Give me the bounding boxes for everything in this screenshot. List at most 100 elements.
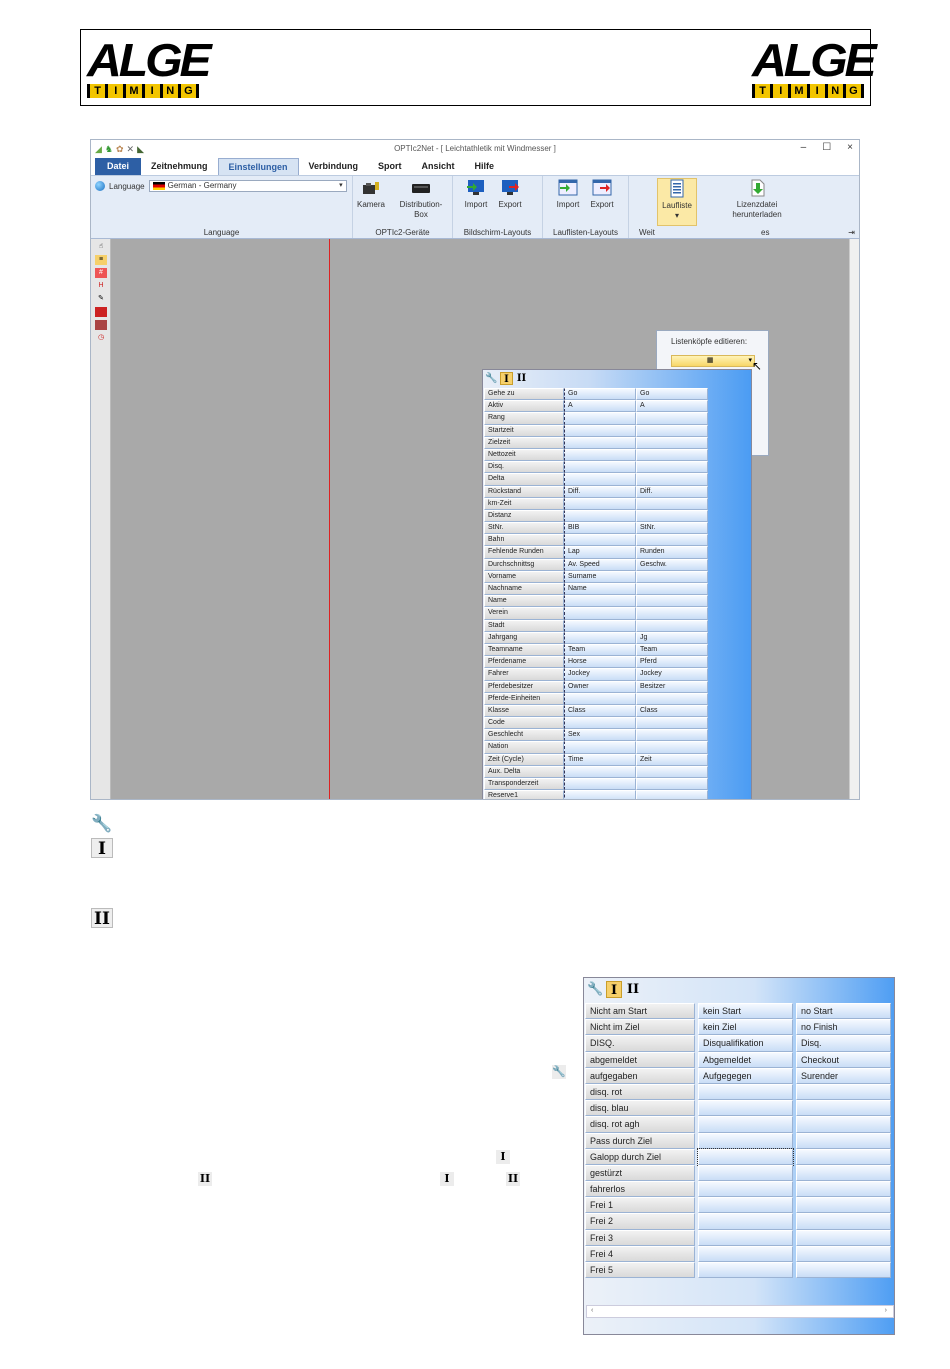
- header-text-cell[interactable]: [564, 461, 636, 474]
- header-text-cell[interactable]: StNr.: [636, 522, 708, 535]
- header-text-cell[interactable]: [564, 790, 636, 799]
- header-text-cell[interactable]: [796, 1229, 891, 1246]
- header-text-cell[interactable]: Disq.: [796, 1035, 891, 1052]
- header-text-cell[interactable]: Surender: [796, 1067, 891, 1084]
- hand-icon[interactable]: ☝: [95, 242, 107, 252]
- header-text-cell[interactable]: [698, 1164, 793, 1182]
- chevron-left-icon[interactable]: ‹: [591, 1306, 593, 1315]
- header-text-cell[interactable]: [636, 619, 708, 632]
- header-text-cell[interactable]: Aufgegegen: [698, 1067, 793, 1084]
- menu-einstellungen[interactable]: Einstellungen: [217, 158, 299, 175]
- header-text-cell[interactable]: Surname: [564, 570, 636, 583]
- header-text-cell[interactable]: [796, 1213, 891, 1230]
- header-text-cell[interactable]: [796, 1116, 891, 1133]
- menu-hilfe[interactable]: Hilfe: [465, 158, 505, 175]
- header-text-cell[interactable]: [636, 534, 708, 547]
- header-text-cell[interactable]: Diff.: [636, 485, 708, 498]
- header-text-cell[interactable]: [564, 595, 636, 608]
- header-text-cell[interactable]: [796, 1164, 891, 1182]
- lane-icon[interactable]: H: [95, 281, 107, 291]
- header-text-cell[interactable]: [636, 497, 708, 510]
- menu-zeitnehmung[interactable]: Zeitnehmung: [141, 158, 218, 175]
- menu-sport[interactable]: Sport: [368, 158, 412, 175]
- header-text-cell[interactable]: [796, 1262, 891, 1279]
- header-text-cell[interactable]: [697, 1147, 794, 1166]
- header-text-cell[interactable]: kein Start: [698, 1003, 793, 1020]
- header-text-cell[interactable]: [698, 1229, 793, 1246]
- header-text-cell[interactable]: [796, 1132, 891, 1149]
- header-text-cell[interactable]: Jockey: [564, 668, 636, 681]
- header-text-cell[interactable]: no Start: [796, 1003, 891, 1020]
- header-text-cell[interactable]: [564, 778, 636, 791]
- header-text-cell[interactable]: [564, 473, 636, 486]
- header-text-cell[interactable]: [636, 765, 708, 778]
- header-text-cell[interactable]: Team: [564, 643, 636, 657]
- lauflisten-export-button[interactable]: Export: [587, 178, 617, 210]
- header-text-cell[interactable]: [636, 448, 708, 462]
- header-text-cell[interactable]: [636, 790, 708, 799]
- minimize-button[interactable]: –: [801, 142, 807, 153]
- language-two-icon[interactable]: II: [515, 372, 528, 385]
- header-text-cell[interactable]: [564, 534, 636, 547]
- lauflisten-import-button[interactable]: Import: [553, 178, 583, 210]
- header-text-cell[interactable]: Lap: [564, 546, 636, 559]
- header-text-cell[interactable]: Pferd: [636, 656, 708, 669]
- header-text-cell[interactable]: [698, 1100, 793, 1117]
- header-text-cell[interactable]: [636, 778, 708, 791]
- header-text-cell[interactable]: [564, 424, 636, 437]
- header-text-cell[interactable]: [636, 509, 708, 523]
- header-text-cell[interactable]: Geschw.: [636, 558, 708, 571]
- edit-list-headers-button[interactable]: ▦ ▾: [671, 355, 755, 367]
- header-text-cell[interactable]: [564, 692, 636, 705]
- header-text-cell[interactable]: Checkout: [796, 1051, 891, 1068]
- header-text-cell[interactable]: A: [564, 400, 636, 413]
- header-text-cell[interactable]: [698, 1132, 793, 1149]
- header-text-cell[interactable]: [698, 1213, 793, 1230]
- wrench-icon[interactable]: 🔧: [587, 981, 603, 998]
- header-text-cell[interactable]: [564, 717, 636, 730]
- language-one-icon[interactable]: I: [500, 372, 513, 385]
- header-text-cell[interactable]: [564, 412, 636, 425]
- header-text-cell[interactable]: BIB: [564, 522, 636, 535]
- header-text-cell[interactable]: [636, 607, 708, 620]
- pin-ribbon-icon[interactable]: ⇥: [848, 228, 855, 237]
- header-text-cell[interactable]: Abgemeldet: [698, 1051, 793, 1068]
- bib-icon[interactable]: #: [95, 268, 107, 278]
- maximize-button[interactable]: ☐: [822, 142, 831, 153]
- header-text-cell[interactable]: [636, 461, 708, 474]
- kamera-button[interactable]: Kamera: [355, 178, 387, 210]
- header-text-cell[interactable]: [636, 595, 708, 608]
- bildschirm-import-button[interactable]: Import: [461, 178, 491, 210]
- header-text-cell[interactable]: Disqualifikation: [698, 1035, 793, 1052]
- header-text-cell[interactable]: [564, 741, 636, 754]
- header-text-cell[interactable]: [698, 1083, 793, 1101]
- header-text-cell[interactable]: Diff.: [564, 485, 636, 498]
- header-text-cell[interactable]: Go: [564, 388, 636, 401]
- header-text-cell[interactable]: Zeit: [636, 753, 708, 766]
- header-text-cell[interactable]: [796, 1100, 891, 1117]
- header-text-cell[interactable]: [698, 1262, 793, 1279]
- language-one-icon[interactable]: I: [606, 981, 622, 998]
- header-text-cell[interactable]: [636, 741, 708, 754]
- clock-icon[interactable]: ◷: [95, 333, 107, 343]
- flag-icon[interactable]: [95, 307, 107, 317]
- header-text-cell[interactable]: Go: [636, 388, 708, 401]
- lizenzdatei-button[interactable]: Lizenzdatei herunterladen: [727, 178, 787, 220]
- header-text-cell[interactable]: [636, 583, 708, 596]
- pen-icon[interactable]: ✎: [95, 294, 107, 304]
- header-text-cell[interactable]: Class: [636, 704, 708, 718]
- header-text-cell[interactable]: [564, 619, 636, 632]
- header-text-cell[interactable]: [796, 1181, 891, 1198]
- header-text-cell[interactable]: Owner: [564, 680, 636, 693]
- header-text-cell[interactable]: [564, 765, 636, 778]
- horizontal-scrollbar[interactable]: ‹ ›: [586, 1305, 894, 1318]
- header-text-cell[interactable]: [636, 692, 708, 705]
- header-text-cell[interactable]: Besitzer: [636, 680, 708, 693]
- header-text-cell[interactable]: Class: [564, 704, 636, 718]
- header-text-cell[interactable]: [564, 497, 636, 510]
- vertical-scrollbar[interactable]: [849, 239, 859, 799]
- header-text-cell[interactable]: [636, 717, 708, 730]
- header-text-cell[interactable]: Name: [564, 583, 636, 596]
- header-text-cell[interactable]: [636, 436, 708, 449]
- chevron-right-icon[interactable]: ›: [885, 1306, 887, 1315]
